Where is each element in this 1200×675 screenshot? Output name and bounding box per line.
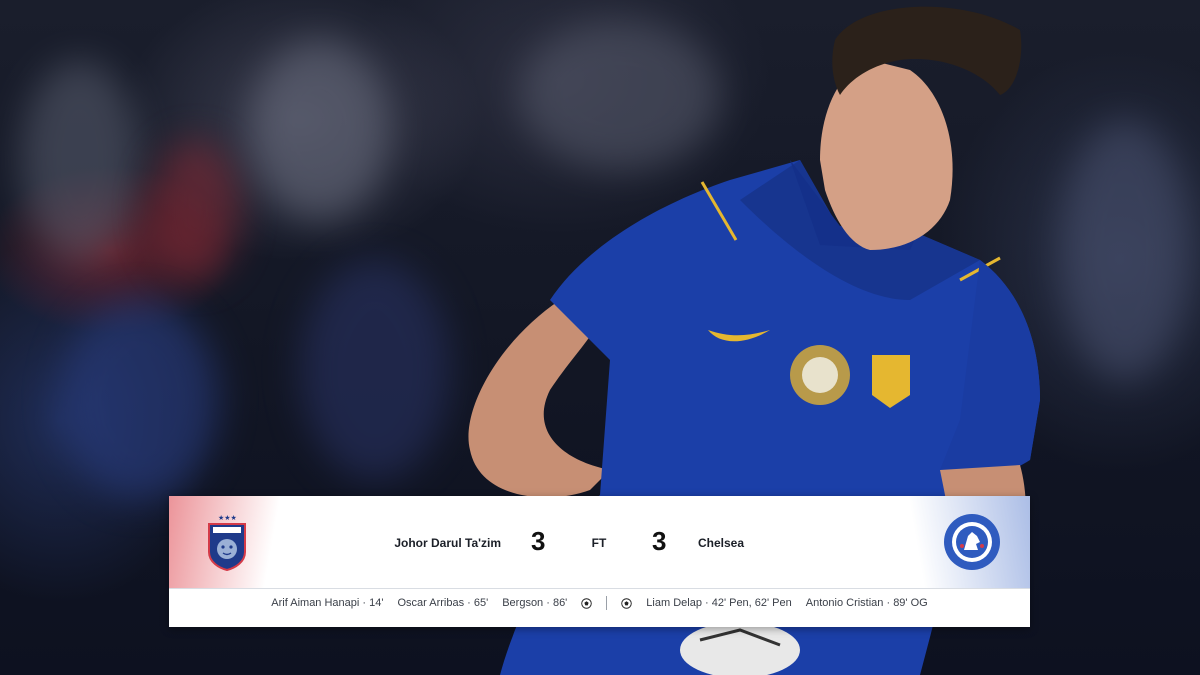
chelsea-lion-crest-icon xyxy=(944,514,1000,570)
crowd-blur xyxy=(300,260,450,480)
crowd-blur xyxy=(1060,120,1190,380)
crowd-blur xyxy=(60,300,220,500)
away-scorers: Liam Delap · 42' Pen, 62' Pen Antonio Cr… xyxy=(621,597,928,609)
jdt-tiger-crest-icon: ★★★ xyxy=(208,514,246,572)
scorers-divider xyxy=(606,596,608,610)
football-icon xyxy=(581,597,593,609)
background-photo: ★★★ Johor Darul Ta'zim 3 FT 3 Chelsea Ar… xyxy=(0,0,1200,675)
goal-scorers-bar: Arif Aiman Hanapi · 14' Oscar Arribas · … xyxy=(169,589,1030,617)
crowd-blur xyxy=(150,140,240,280)
home-score: 3 xyxy=(531,526,546,556)
home-team-name[interactable]: Johor Darul Ta'zim xyxy=(394,536,501,550)
away-scorer[interactable]: Antonio Cristian · 89' OG xyxy=(806,597,928,609)
match-scorecard[interactable]: ★★★ Johor Darul Ta'zim 3 FT 3 Chelsea Ar… xyxy=(169,496,1030,627)
away-score: 3 xyxy=(652,526,667,556)
away-team-name[interactable]: Chelsea xyxy=(698,536,744,550)
crowd-blur xyxy=(250,40,390,220)
scorecard-header: ★★★ Johor Darul Ta'zim 3 FT 3 Chelsea xyxy=(169,496,1030,589)
home-scorer[interactable]: Arif Aiman Hanapi · 14' xyxy=(271,597,383,609)
away-scorer[interactable]: Liam Delap · 42' Pen, 62' Pen xyxy=(646,597,791,609)
home-scorer[interactable]: Oscar Arribas · 65' xyxy=(397,597,488,609)
home-scorers: Arif Aiman Hanapi · 14' Oscar Arribas · … xyxy=(271,597,593,609)
match-status: FT xyxy=(591,536,607,550)
svg-text:★★★: ★★★ xyxy=(218,514,237,522)
crowd-blur xyxy=(20,60,140,260)
home-scorer[interactable]: Bergson · 86' xyxy=(502,597,567,609)
football-icon xyxy=(621,597,633,609)
